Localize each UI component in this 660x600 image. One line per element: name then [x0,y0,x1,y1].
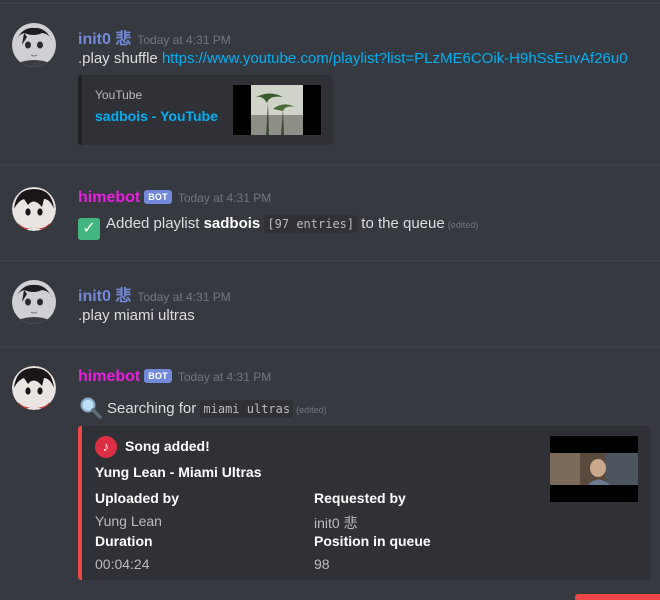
bot-tag: BOT [144,369,172,383]
author-name[interactable]: himebot BOT Today at 4:31 PM [78,189,271,207]
embed-title-link[interactable]: sadbois - YouTube [95,108,218,124]
timestamp: Today at 4:31 PM [177,370,272,384]
field-name: Position in queue [314,533,431,549]
avatar[interactable] [12,280,56,324]
field-value: Yung Lean [95,513,162,529]
timestamp: Today at 4:31 PM [137,33,231,47]
message-divider [0,346,660,347]
playlist-link[interactable]: https://www.youtube.com/playlist?list=PL… [162,50,628,67]
song-added-embed: ♪ Song added! Yung Lean - Miami Ultras U… [78,426,651,580]
message-text: Searching for miami ultras (edited) [78,395,327,419]
new-messages-bar[interactable] [575,594,660,600]
embed-title: Yung Lean - Miami Ultras [95,464,262,480]
embed-author: Song added! [125,438,210,454]
author-name[interactable]: init0 悲 Today at 4:31 PM [78,25,231,49]
message-text: ✓ Added playlist sadbois [97 entries] to … [78,215,478,240]
bot-tag: BOT [144,190,172,204]
message-text: .play miami ultras [78,307,195,324]
musical-note-icon: ♪ [95,436,117,458]
timestamp: Today at 4:31 PM [177,191,272,205]
timestamp: Today at 4:31 PM [137,290,231,304]
video-thumbnail[interactable] [233,85,321,135]
field-value: 00:04:24 [95,556,150,572]
author-name[interactable]: himebot BOT Today at 4:31 PM [78,368,271,386]
avatar[interactable] [12,23,56,67]
white-check-mark-icon: ✓ [78,218,100,240]
avatar[interactable] [12,187,56,231]
avatar[interactable] [12,366,56,410]
magnifying-glass-icon [78,395,102,419]
field-name: Uploaded by [95,490,180,506]
video-thumbnail[interactable] [550,436,638,502]
message-text: .play shuffle https://www.youtube.com/pl… [78,50,628,67]
field-value: init0 悲 [314,515,358,531]
edited-label: (edited) [447,220,479,230]
field-name: Duration [95,533,153,549]
message-divider [0,165,660,166]
author-name[interactable]: init0 悲 Today at 4:31 PM [78,282,231,306]
message-divider [0,3,660,4]
message-divider [0,260,660,261]
field-name: Requested by [314,490,406,506]
edited-label: (edited) [296,405,327,415]
youtube-embed: YouTube sadbois - YouTube [78,75,333,145]
field-value: 98 [314,556,330,572]
embed-provider[interactable]: YouTube [95,88,142,102]
